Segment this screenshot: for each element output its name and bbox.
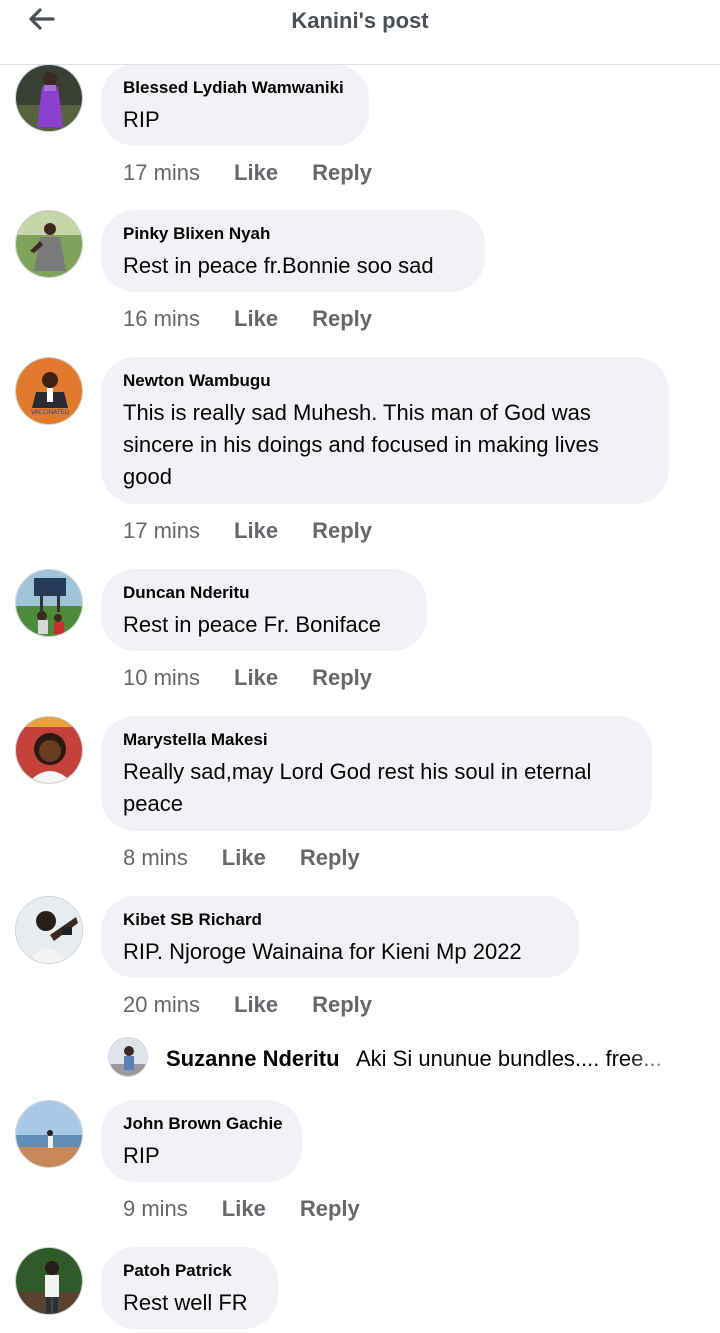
post-header: Kanini's post: [0, 0, 720, 65]
avatar[interactable]: [15, 569, 83, 637]
avatar[interactable]: [15, 716, 83, 784]
comment-bubble: Newton Wambugu This is really sad Muhesh…: [101, 357, 669, 504]
comment-text: This is really sad Muhesh. This man of G…: [123, 400, 599, 489]
reply-button[interactable]: Reply: [312, 304, 372, 334]
comment-time[interactable]: 10 mins: [123, 663, 200, 693]
comment-actions: 20 mins Like Reply: [123, 990, 372, 1020]
comment-text: Rest well FR: [123, 1290, 248, 1315]
like-button[interactable]: Like: [234, 158, 278, 188]
avatar[interactable]: [15, 1100, 83, 1168]
comment-actions: 8 mins Like Reply: [123, 843, 360, 873]
comment-author[interactable]: Patoh Patrick: [123, 1261, 256, 1281]
comment-time[interactable]: 9 mins: [123, 1194, 188, 1224]
comment-author[interactable]: Blessed Lydiah Wamwaniki: [123, 78, 347, 98]
avatar[interactable]: [15, 896, 83, 964]
comment-time[interactable]: 8 mins: [123, 843, 188, 873]
comment-author[interactable]: John Brown Gachie: [123, 1114, 283, 1134]
avatar[interactable]: [15, 210, 83, 278]
comment-actions: 17 mins Like Reply: [123, 158, 372, 188]
comment-bubble: Kibet SB Richard RIP. Njoroge Wainaina f…: [101, 896, 579, 978]
comment-time[interactable]: 17 mins: [123, 158, 200, 188]
like-button[interactable]: Like: [234, 990, 278, 1020]
reply-button[interactable]: Reply: [312, 663, 372, 693]
reply-button[interactable]: Reply: [312, 158, 372, 188]
like-button[interactable]: Like: [222, 1194, 266, 1224]
comment-time[interactable]: 17 mins: [123, 516, 200, 546]
comment-text: RIP. Njoroge Wainaina for Kieni Mp 2022: [123, 939, 522, 964]
comment-actions: 10 mins Like Reply: [123, 663, 372, 693]
like-button[interactable]: Like: [234, 663, 278, 693]
comment-actions: 9 mins Like Reply: [123, 1194, 360, 1224]
reply-author[interactable]: Suzanne Nderitu: [166, 1046, 340, 1072]
comment-bubble: Duncan Nderitu Rest in peace Fr. Bonifac…: [101, 569, 427, 651]
comment-author[interactable]: Kibet SB Richard: [123, 910, 557, 930]
comment-author[interactable]: Newton Wambugu: [123, 371, 647, 391]
comment-bubble: John Brown Gachie RIP: [101, 1100, 302, 1182]
comment-bubble: Blessed Lydiah Wamwaniki RIP: [101, 64, 369, 146]
comment-bubble: Marystella Makesi Really sad,may Lord Go…: [101, 716, 652, 831]
avatar[interactable]: VACCINATED: [15, 357, 83, 425]
reply-button[interactable]: Reply: [312, 990, 372, 1020]
comment-text: Really sad,may Lord God rest his soul in…: [123, 759, 592, 816]
comment-text: Rest in peace Fr. Boniface: [123, 612, 382, 637]
comment-time[interactable]: 16 mins: [123, 304, 200, 334]
avatar[interactable]: [15, 1247, 83, 1315]
like-button[interactable]: Like: [222, 843, 266, 873]
reply-preview[interactable]: Suzanne Nderitu Aki Si ununue bundles...…: [108, 1036, 698, 1080]
comment-bubble: Patoh Patrick Rest well FR: [101, 1247, 278, 1329]
reply-avatar[interactable]: [108, 1037, 148, 1077]
comment-time[interactable]: 20 mins: [123, 990, 200, 1020]
like-button[interactable]: Like: [234, 304, 278, 334]
reply-button[interactable]: Reply: [312, 516, 372, 546]
comment-text: Rest in peace fr.Bonnie soo sad: [123, 253, 434, 278]
page-title: Kanini's post: [291, 8, 429, 33]
comment-author[interactable]: Marystella Makesi: [123, 730, 630, 750]
comment-actions: 16 mins Like Reply: [123, 304, 372, 334]
avatar[interactable]: [15, 64, 83, 132]
comment-actions: 17 mins Like Reply: [123, 516, 372, 546]
comment-text: RIP: [123, 107, 160, 132]
comment-bubble: Pinky Blixen Nyah Rest in peace fr.Bonni…: [101, 210, 485, 292]
reply-button[interactable]: Reply: [300, 1194, 360, 1224]
comment-author[interactable]: Pinky Blixen Nyah: [123, 224, 463, 244]
reply-button[interactable]: Reply: [300, 843, 360, 873]
comment-author[interactable]: Duncan Nderitu: [123, 583, 405, 603]
vaccinated-label: VACCINATED: [31, 409, 69, 416]
like-button[interactable]: Like: [234, 516, 278, 546]
reply-text: Aki Si ununue bundles.... free...: [356, 1046, 662, 1071]
comment-text: RIP: [123, 1143, 160, 1168]
